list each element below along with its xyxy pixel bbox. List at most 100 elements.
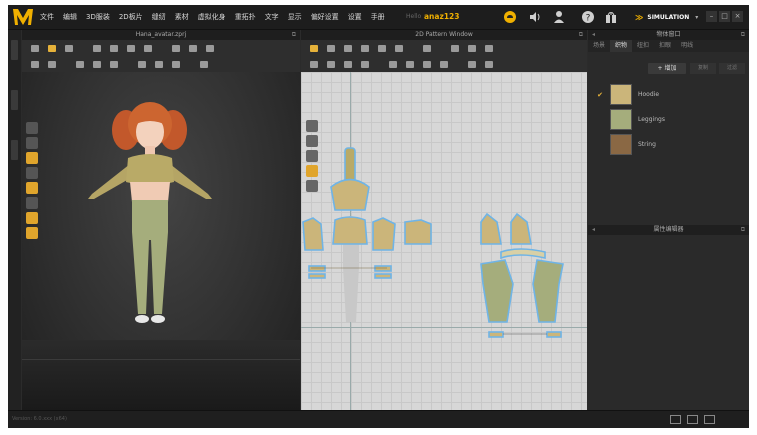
- transform-tool-icon[interactable]: [62, 43, 76, 54]
- minimize-button[interactable]: –: [706, 11, 717, 22]
- object-tab-0[interactable]: 场景: [588, 40, 610, 52]
- fabric-item[interactable]: Leggings: [588, 107, 749, 132]
- menu-item-10[interactable]: 偏好设置: [311, 12, 339, 22]
- check-icon: ✔: [597, 90, 603, 99]
- menu-item-0[interactable]: 文件: [40, 12, 54, 22]
- topstitch-icon[interactable]: [420, 59, 434, 70]
- menu-item-4[interactable]: 缝纫: [152, 12, 166, 22]
- simulate-tool-icon[interactable]: [28, 59, 42, 70]
- maximize-button[interactable]: □: [719, 11, 730, 22]
- dart-icon[interactable]: [448, 43, 462, 54]
- 3d-viewport[interactable]: [22, 72, 300, 410]
- filter-fabric-button[interactable]: 过滤: [719, 63, 745, 74]
- fold-arrange-icon[interactable]: [437, 59, 451, 70]
- view-2d-toggle[interactable]: [704, 415, 715, 424]
- zipper-tool-icon[interactable]: [169, 59, 183, 70]
- 2d-pattern-window: 2D Pattern Window ⧉: [301, 30, 587, 410]
- menu-item-7[interactable]: 重拓扑: [235, 12, 256, 22]
- pen-tool-icon[interactable]: [141, 43, 155, 54]
- object-tab-3[interactable]: 扣眼: [654, 40, 676, 52]
- freeze-tool-icon[interactable]: [45, 59, 59, 70]
- free-sewing-icon[interactable]: [324, 59, 338, 70]
- menu-item-11[interactable]: 设置: [348, 12, 362, 22]
- add-fabric-button[interactable]: + 增加: [648, 63, 686, 74]
- measure-tool-icon[interactable]: [169, 43, 183, 54]
- internal-line-icon[interactable]: [420, 43, 434, 54]
- view-3d-toggle[interactable]: [670, 415, 681, 424]
- view-split-toggle[interactable]: [687, 415, 698, 424]
- select-tool-icon[interactable]: [28, 43, 42, 54]
- fit-tool-icon[interactable]: [90, 59, 104, 70]
- transform-pattern-icon[interactable]: [307, 43, 321, 54]
- menu-item-1[interactable]: 编辑: [63, 12, 77, 22]
- library-tab[interactable]: [11, 40, 18, 60]
- simulation-mode-dropdown[interactable]: ≫ SIMULATION ▾: [635, 11, 698, 23]
- rectangle-icon[interactable]: [392, 43, 406, 54]
- notch-icon[interactable]: [482, 43, 496, 54]
- object-tab-2[interactable]: 纽扣: [632, 40, 654, 52]
- pattern-pieces[interactable]: [301, 72, 587, 410]
- menu-list: 文件 编辑 3D服装 2D板片 缝纫 素材 虚拟化身 重拓扑 文字 显示 偏好设置 设置 手册: [40, 5, 394, 29]
- svg-text:?: ?: [586, 14, 591, 24]
- menu-item-6[interactable]: 虚拟化身: [198, 12, 226, 22]
- object-tab-4[interactable]: 明线: [676, 40, 698, 52]
- object-browser-title: ◂ 物体窗口 ⧉: [588, 30, 749, 40]
- menu-item-8[interactable]: 文字: [265, 12, 279, 22]
- pin-tool-icon[interactable]: [107, 43, 121, 54]
- puckering-tool-icon[interactable]: [197, 59, 211, 70]
- speaker-icon[interactable]: [528, 10, 542, 24]
- person-icon[interactable]: [552, 10, 566, 24]
- pin-icon[interactable]: ⧉: [292, 30, 296, 40]
- segment-sewing-icon[interactable]: [307, 59, 321, 70]
- 2d-canvas[interactable]: [301, 72, 587, 410]
- help-icon[interactable]: ?: [581, 10, 595, 24]
- collapse-arrow-icon[interactable]: ◂: [592, 225, 595, 235]
- fabric-item[interactable]: ✔ Hoodie: [588, 82, 749, 107]
- edit-curvature-icon[interactable]: [341, 43, 355, 54]
- close-button[interactable]: ×: [732, 11, 743, 22]
- add-point-icon[interactable]: [358, 43, 372, 54]
- move-tool-icon[interactable]: [45, 43, 59, 54]
- menu-item-12[interactable]: 手册: [371, 12, 385, 22]
- check-sewing-icon[interactable]: [358, 59, 372, 70]
- menu-item-5[interactable]: 素材: [175, 12, 189, 22]
- cloud-icon[interactable]: [503, 10, 517, 24]
- pin-icon[interactable]: ⧉: [741, 30, 745, 40]
- fabric-item[interactable]: String: [588, 132, 749, 157]
- polygon-icon[interactable]: [375, 43, 389, 54]
- tack-tool-icon[interactable]: [124, 43, 138, 54]
- chevron-icon: ≫: [635, 12, 644, 22]
- graphic-icon[interactable]: [403, 59, 417, 70]
- fabric-thumbnail: [610, 134, 632, 155]
- history-tab[interactable]: [11, 90, 18, 110]
- grid-icon[interactable]: [465, 43, 479, 54]
- logo-icon: [13, 9, 33, 25]
- object-tab-1[interactable]: 织物: [610, 40, 633, 52]
- gift-icon[interactable]: [604, 10, 618, 24]
- menu-item-2[interactable]: 3D服装: [86, 12, 110, 22]
- copy-fabric-button[interactable]: 复制: [690, 63, 716, 74]
- brush-tool-icon[interactable]: [186, 43, 200, 54]
- 3d-window-filename: Hana_avatar.zprj: [135, 31, 187, 38]
- trim-tool-icon[interactable]: [135, 59, 149, 70]
- edit-sewing-icon[interactable]: [341, 59, 355, 70]
- annotation-icon[interactable]: [482, 59, 496, 70]
- modular-tab[interactable]: [11, 140, 18, 160]
- 3d-garment-window: Hana_avatar.zprj ⧉: [22, 30, 300, 410]
- fold-tool-icon[interactable]: [90, 43, 104, 54]
- app-window: 文件 编辑 3D服装 2D板片 缝纫 素材 虚拟化身 重拓扑 文字 显示 偏好设置 设置 手册 Hell…: [8, 5, 749, 428]
- measure-2d-icon[interactable]: [465, 59, 479, 70]
- avatar-figure[interactable]: [22, 72, 300, 410]
- edit-pattern-icon[interactable]: [324, 43, 338, 54]
- menu-item-9[interactable]: 显示: [288, 12, 302, 22]
- menu-item-3[interactable]: 2D板片: [119, 12, 143, 22]
- texture-icon[interactable]: [386, 59, 400, 70]
- pin-icon[interactable]: ⧉: [741, 225, 745, 235]
- strap-tool-icon[interactable]: [107, 59, 121, 70]
- button-tool-icon[interactable]: [152, 59, 166, 70]
- pin-icon[interactable]: ⧉: [579, 30, 583, 40]
- user-name[interactable]: anaz123: [424, 12, 459, 21]
- arrange-tool-icon[interactable]: [73, 59, 87, 70]
- view-toggles: [670, 415, 721, 424]
- avatar-tool-icon[interactable]: [203, 43, 217, 54]
